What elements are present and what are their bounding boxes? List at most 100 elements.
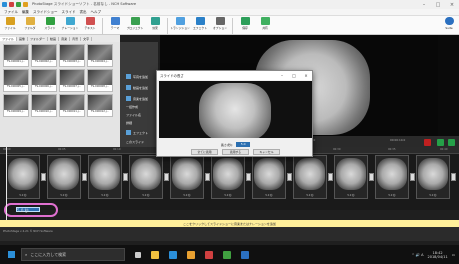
menu-export[interactable]: 書出: [80, 10, 87, 15]
selected-duration[interactable]: 5.0 秒: [16, 207, 40, 213]
library-thumb[interactable]: TS-000006.j…: [31, 69, 57, 92]
ribbon-theme-button[interactable]: テーマ: [105, 16, 125, 35]
transition-icon[interactable]: [287, 173, 292, 181]
menu-help[interactable]: ヘルプ: [91, 10, 102, 15]
explorer-icon[interactable]: [151, 250, 159, 259]
menu-slide[interactable]: スライド: [62, 10, 76, 15]
ribbon-slide-button[interactable]: スライド: [40, 16, 60, 35]
taskbar-search[interactable]: ⌕ ここに入力して検索: [21, 248, 125, 261]
ribbon-share-button[interactable]: 共有: [255, 16, 275, 35]
transition-icon[interactable]: [123, 173, 128, 181]
library-thumb[interactable]: TS-000005.j…: [3, 69, 29, 92]
timeline-clip[interactable]: 5.0 秒: [211, 155, 245, 199]
menu-slideshow[interactable]: スライドショー: [33, 10, 58, 15]
menu-file[interactable]: ファイル: [4, 10, 18, 15]
edge-icon[interactable]: [169, 250, 177, 259]
transition-icon[interactable]: [246, 173, 251, 181]
ribbon-narration-button[interactable]: ナレーション: [60, 16, 80, 35]
transition-icon[interactable]: [451, 173, 456, 181]
library-thumb[interactable]: TS-000009.j…: [3, 94, 29, 117]
dialog-close-icon[interactable]: ×: [300, 73, 312, 78]
ribbon-save-button[interactable]: 保存: [235, 16, 255, 35]
transition-icon[interactable]: [82, 173, 87, 181]
transition-icon[interactable]: [369, 173, 374, 181]
dialog-minimize-icon[interactable]: –: [276, 73, 288, 78]
transition-icon[interactable]: [328, 173, 333, 181]
transition-icon[interactable]: [164, 173, 169, 181]
tab-music[interactable]: 音楽: [59, 36, 71, 41]
library-thumb[interactable]: TS-000001.j…: [3, 44, 29, 67]
library-tabs: ファイル 画像 フォルダー 動画 音楽 背景 文字: [0, 35, 120, 42]
delete-button[interactable]: [424, 139, 431, 146]
timeline-clip[interactable]: 5.0 秒: [334, 155, 368, 199]
apply-button[interactable]: 適用する: [222, 149, 249, 155]
transition-icon[interactable]: [205, 173, 210, 181]
ribbon-suite-button[interactable]: Suite: [439, 16, 459, 35]
transition-icon[interactable]: [41, 173, 46, 181]
transition-icon[interactable]: [410, 173, 415, 181]
add-video-button[interactable]: 動画を追加: [126, 83, 156, 92]
audio-hint-bar[interactable]: ここをクリックしてスライドショーに音楽またはナレーションを追加: [0, 220, 459, 227]
ribbon-options-button[interactable]: オプション: [210, 16, 230, 35]
ribbon-folder-button[interactable]: フォルダ: [20, 16, 40, 35]
photostage-taskbar-icon[interactable]: [223, 250, 231, 259]
effects-button[interactable]: エフェクト: [126, 128, 156, 137]
library-thumb[interactable]: TS-000002.j…: [31, 44, 57, 67]
tab-text[interactable]: 文字: [81, 36, 93, 41]
ribbon-effect-button[interactable]: 効果: [145, 16, 165, 35]
tab-images[interactable]: 画像: [17, 36, 29, 41]
ribbon-text-button[interactable]: テキスト: [80, 16, 100, 35]
add-photos-button[interactable]: 写真を追加: [126, 72, 156, 81]
maximize-icon[interactable]: □: [431, 2, 445, 8]
library-thumb[interactable]: TS-000011.j…: [59, 94, 85, 117]
timeline-clip[interactable]: 5.0 秒: [375, 155, 409, 199]
library-thumb[interactable]: TS-000012.j…: [87, 94, 113, 117]
timeline-clip[interactable]: 5.0 秒: [252, 155, 286, 199]
tab-backgrounds[interactable]: 背景: [70, 36, 82, 41]
timeline-clip[interactable]: 5.0 秒: [88, 155, 122, 199]
tab-files[interactable]: ファイル: [0, 36, 18, 41]
thumb-image: [32, 45, 56, 60]
ribbon-separator: [167, 18, 168, 34]
mail-icon[interactable]: [241, 250, 249, 259]
clock[interactable]: 18:42 2018/04/11: [428, 251, 448, 259]
ribbon-file-button[interactable]: ファイル: [0, 16, 20, 35]
duration-input[interactable]: 5.0: [236, 142, 251, 147]
dialog-maximize-icon[interactable]: □: [288, 73, 300, 78]
close-icon[interactable]: ×: [445, 2, 459, 8]
library-thumb[interactable]: TS-000004.j…: [87, 44, 113, 67]
timeline-clip[interactable]: 5.0 秒: [293, 155, 327, 199]
tab-videos[interactable]: 動画: [48, 36, 60, 41]
minimize-icon[interactable]: –: [417, 2, 431, 8]
library-thumb[interactable]: TS-000003.j…: [59, 44, 85, 67]
quick-save-icon[interactable]: [9, 2, 14, 7]
task-view-icon[interactable]: [135, 251, 141, 258]
notification-icon[interactable]: ▭: [452, 253, 455, 257]
ribbon-project-button[interactable]: プロジェクト: [125, 16, 145, 35]
timeline-clip[interactable]: 5.0 秒: [129, 155, 163, 199]
zoom-button[interactable]: [448, 139, 455, 146]
library-thumb[interactable]: TS-000007.j…: [59, 69, 85, 92]
menu-edit[interactable]: 編集: [22, 10, 29, 15]
ribbon-transition-button[interactable]: トランジション: [170, 16, 190, 35]
quick-undo-icon[interactable]: [23, 2, 28, 7]
timeline-clip[interactable]: 5.0 秒: [6, 155, 40, 199]
library-thumb[interactable]: TS-000008.j…: [87, 69, 113, 92]
timeline-clip[interactable]: 5.0 秒: [416, 155, 450, 199]
apply-all-button[interactable]: 全てに適用: [191, 149, 218, 155]
tab-folders[interactable]: フォルダー: [28, 36, 49, 41]
tray-icons[interactable]: ^ 🔊 A: [412, 253, 424, 257]
app-taskbar-icon[interactable]: [205, 250, 213, 259]
windows-start-icon[interactable]: [8, 251, 15, 258]
cancel-button[interactable]: キャンセル: [253, 149, 280, 155]
playhead[interactable]: [6, 147, 7, 227]
add-slide-button[interactable]: [437, 139, 444, 146]
timeline-clip[interactable]: 5.0 秒: [47, 155, 81, 199]
quick-open-icon[interactable]: [16, 2, 21, 7]
ribbon-effects-button[interactable]: エフェクト: [190, 16, 210, 35]
preview-side-strip: [438, 35, 459, 136]
store-icon[interactable]: [187, 250, 195, 259]
timeline-clip[interactable]: 5.0 秒: [170, 155, 204, 199]
library-thumb[interactable]: TS-000010.j…: [31, 94, 57, 117]
this-slide-button[interactable]: このスライド: [126, 137, 156, 146]
